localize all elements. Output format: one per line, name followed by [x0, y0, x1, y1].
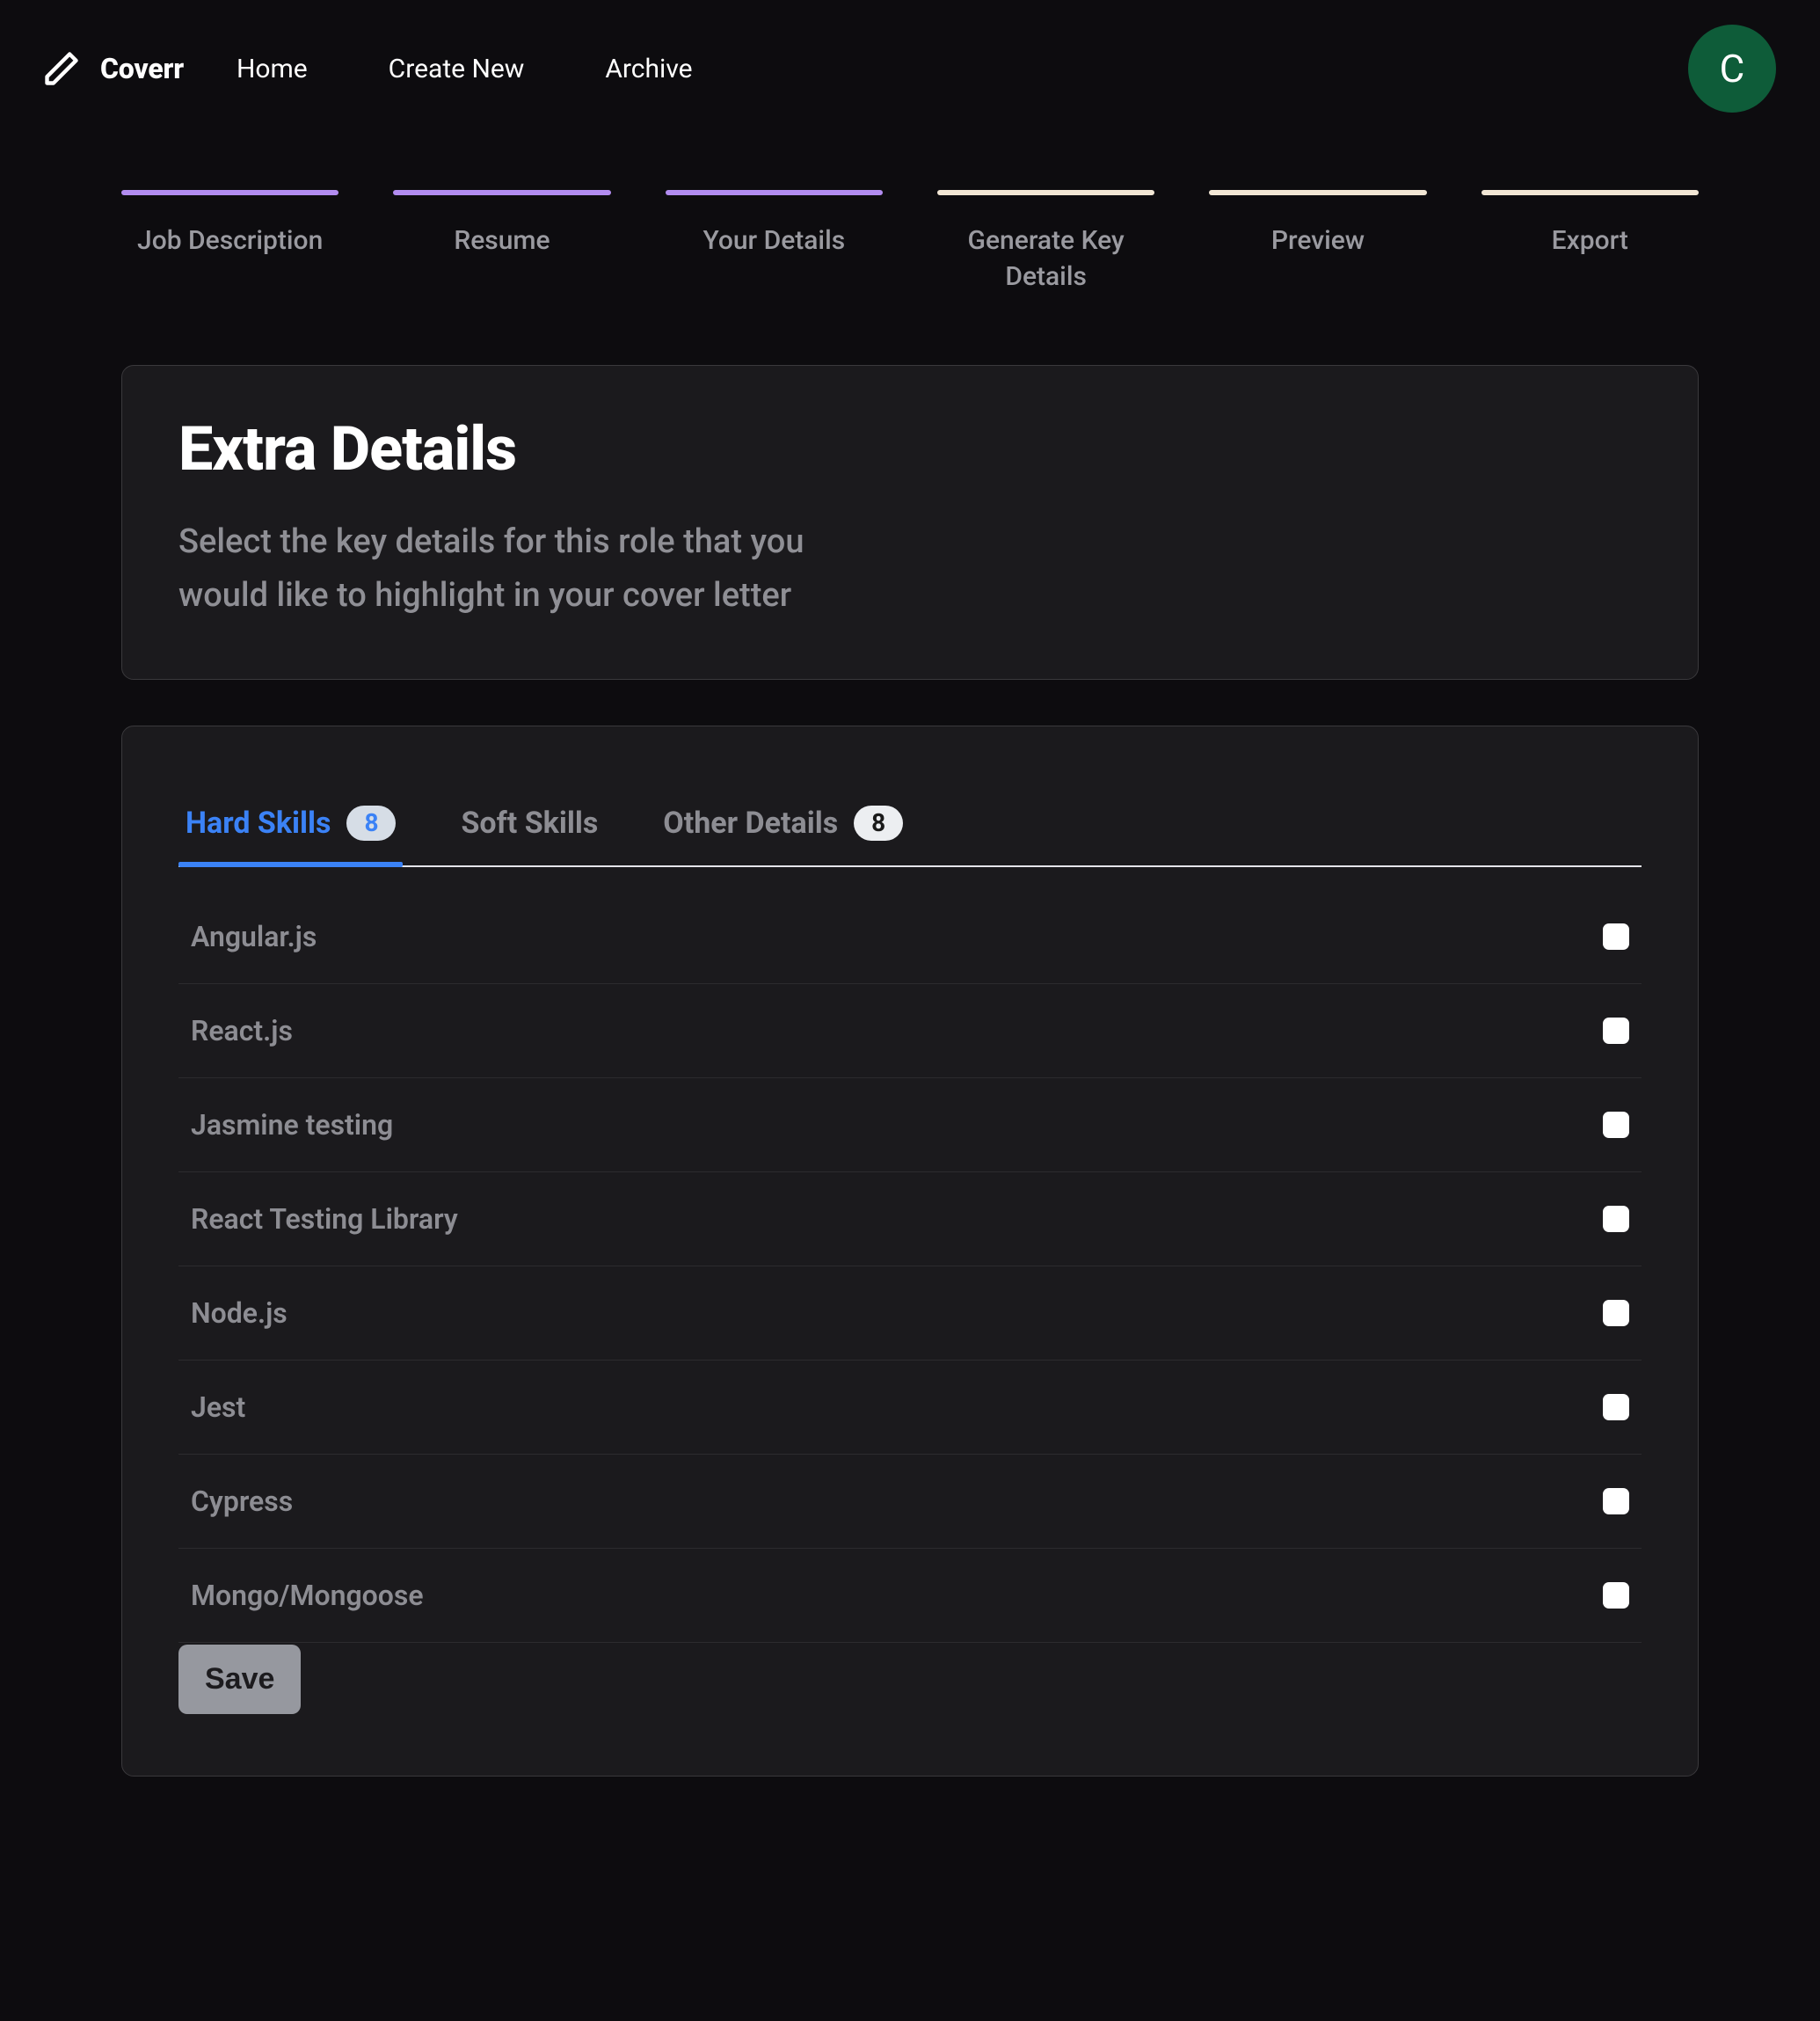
- step-label: Generate Key Details: [937, 223, 1154, 295]
- skill-row[interactable]: Jest: [178, 1361, 1642, 1455]
- skill-list: Angular.js React.js Jasmine testing Reac…: [178, 867, 1642, 1643]
- step-label: Your Details: [666, 223, 883, 259]
- step-resume[interactable]: Resume: [393, 190, 610, 295]
- tab-label: Soft Skills: [461, 806, 598, 841]
- step-generate-key-details[interactable]: Generate Key Details: [937, 190, 1154, 295]
- tab-label: Other Details: [663, 806, 838, 841]
- checkbox[interactable]: [1603, 923, 1629, 950]
- intro-card: Extra Details Select the key details for…: [121, 365, 1699, 680]
- skill-row[interactable]: Mongo/Mongoose: [178, 1549, 1642, 1643]
- nav-archive[interactable]: Archive: [605, 54, 692, 84]
- skill-row[interactable]: Cypress: [178, 1455, 1642, 1549]
- skill-name: Cypress: [191, 1485, 293, 1518]
- skill-name: React.js: [191, 1014, 293, 1047]
- skill-name: Jest: [191, 1390, 245, 1424]
- page-subtitle: Select the key details for this role tha…: [178, 515, 829, 623]
- tab-hard-skills[interactable]: Hard Skills 8: [186, 806, 396, 865]
- save-button[interactable]: Save: [178, 1645, 301, 1714]
- skill-name: Mongo/Mongoose: [191, 1579, 424, 1612]
- checkbox[interactable]: [1603, 1018, 1629, 1044]
- skill-row[interactable]: React.js: [178, 984, 1642, 1078]
- step-preview[interactable]: Preview: [1209, 190, 1426, 295]
- step-label: Job Description: [121, 223, 339, 259]
- tab-label: Hard Skills: [186, 806, 331, 841]
- main-nav: Home Create New Archive: [237, 54, 693, 84]
- brand-name: Coverr: [100, 52, 184, 85]
- checkbox[interactable]: [1603, 1582, 1629, 1609]
- tab-badge: 8: [854, 806, 903, 841]
- skill-name: Jasmine testing: [191, 1108, 393, 1142]
- step-bar: [1209, 190, 1426, 195]
- skills-card: Hard Skills 8 Soft Skills Other Details …: [121, 726, 1699, 1777]
- checkbox[interactable]: [1603, 1488, 1629, 1514]
- checkbox[interactable]: [1603, 1300, 1629, 1326]
- tab-soft-skills[interactable]: Soft Skills: [461, 806, 598, 865]
- pencil-icon: [42, 49, 81, 88]
- step-bar: [666, 190, 883, 195]
- step-job-description[interactable]: Job Description: [121, 190, 339, 295]
- page-title: Extra Details: [178, 413, 1642, 485]
- actions: Save: [178, 1643, 1642, 1714]
- checkbox[interactable]: [1603, 1112, 1629, 1138]
- step-label: Export: [1481, 223, 1699, 259]
- skill-row[interactable]: Jasmine testing: [178, 1078, 1642, 1172]
- header: Coverr Home Create New Archive C: [0, 0, 1820, 137]
- skill-name: Angular.js: [191, 920, 317, 953]
- brand[interactable]: Coverr: [42, 49, 184, 88]
- skill-name: React Testing Library: [191, 1202, 458, 1236]
- header-left: Coverr Home Create New Archive: [42, 49, 693, 88]
- step-bar: [937, 190, 1154, 195]
- avatar[interactable]: C: [1688, 25, 1776, 113]
- step-bar: [1481, 190, 1699, 195]
- stepper: Job Description Resume Your Details Gene…: [0, 137, 1820, 295]
- tab-other-details[interactable]: Other Details 8: [663, 806, 903, 865]
- nav-home[interactable]: Home: [237, 54, 308, 84]
- skill-row[interactable]: Node.js: [178, 1266, 1642, 1361]
- step-bar: [393, 190, 610, 195]
- skill-name: Node.js: [191, 1296, 288, 1330]
- tab-badge: 8: [346, 806, 396, 841]
- step-label: Resume: [393, 223, 610, 259]
- checkbox[interactable]: [1603, 1206, 1629, 1232]
- nav-create-new[interactable]: Create New: [389, 54, 525, 84]
- step-bar: [121, 190, 339, 195]
- avatar-initial: C: [1720, 46, 1745, 91]
- checkbox[interactable]: [1603, 1394, 1629, 1420]
- skill-row[interactable]: Angular.js: [178, 885, 1642, 984]
- step-your-details[interactable]: Your Details: [666, 190, 883, 295]
- step-export[interactable]: Export: [1481, 190, 1699, 295]
- step-label: Preview: [1209, 223, 1426, 259]
- skill-row[interactable]: React Testing Library: [178, 1172, 1642, 1266]
- tabs: Hard Skills 8 Soft Skills Other Details …: [178, 806, 1642, 867]
